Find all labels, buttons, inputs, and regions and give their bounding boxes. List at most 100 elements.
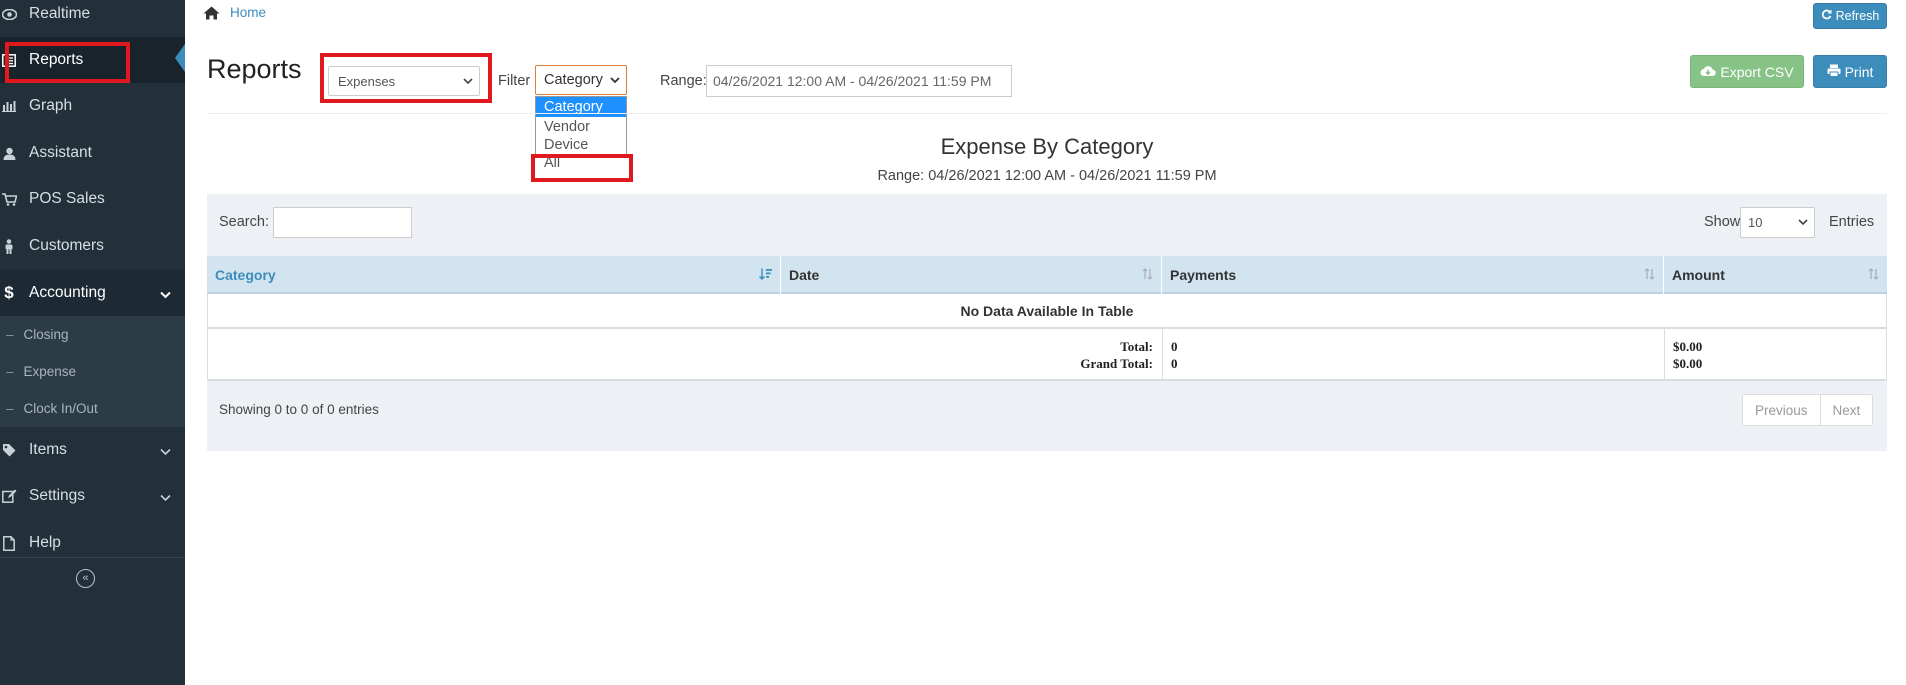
edit-icon xyxy=(1,489,17,503)
sidebar-item-label: Settings xyxy=(29,487,86,504)
sort-desc-icon xyxy=(759,268,772,280)
filter-select[interactable]: Category xyxy=(535,65,627,95)
sidebar-item-assistant[interactable]: Assistant xyxy=(0,130,185,176)
tag-icon xyxy=(1,443,17,457)
highlight-box-filter-all xyxy=(531,154,633,182)
sort-both-icon xyxy=(1644,268,1655,280)
sidebar-item-pos-sales[interactable]: POS Sales xyxy=(0,176,185,222)
next-page-button[interactable]: Next xyxy=(1819,395,1873,425)
range-label: Range: xyxy=(660,73,707,89)
previous-page-button[interactable]: Previous xyxy=(1743,395,1820,425)
sidebar-item-help[interactable]: Help xyxy=(0,520,185,566)
grand-total-amount-value: $0.00 xyxy=(1673,356,1703,371)
file-icon xyxy=(1,535,17,551)
filter-label: Filter xyxy=(498,73,531,89)
column-header-category[interactable]: Category xyxy=(207,256,781,294)
sidebar-item-settings[interactable]: Settings xyxy=(0,473,185,519)
refresh-icon xyxy=(1821,9,1832,23)
column-header-date[interactable]: Date xyxy=(781,256,1162,294)
pagination: Previous Next xyxy=(1742,394,1874,426)
header-divider xyxy=(207,113,1887,114)
chevron-down-icon xyxy=(160,286,171,304)
cloud-download-icon xyxy=(1700,64,1717,80)
totals-labels: Total: Grand Total: xyxy=(208,329,1163,380)
bar-chart-icon xyxy=(1,100,17,112)
refresh-button[interactable]: Refresh xyxy=(1813,3,1887,29)
sidebar-item-label: Customers xyxy=(29,237,104,254)
highlight-box-report-type xyxy=(320,53,492,103)
print-button[interactable]: Print xyxy=(1813,55,1887,88)
sidebar-subitem-closing[interactable]: – Closing xyxy=(0,316,185,353)
entries-label: Entries xyxy=(1829,214,1875,230)
sidebar-item-label: POS Sales xyxy=(29,190,105,207)
empty-table-message: No Data Available In Table xyxy=(207,294,1887,328)
totals-payments: 0 0 xyxy=(1163,329,1665,380)
dollar-icon: $ xyxy=(4,283,14,302)
sidebar-divider xyxy=(0,557,185,558)
chevron-down-icon xyxy=(1798,219,1808,226)
sidebar-item-label: Accounting xyxy=(29,284,106,301)
column-label: Amount xyxy=(1672,267,1725,283)
breadcrumb: Home xyxy=(203,5,266,20)
sort-both-icon xyxy=(1868,268,1879,280)
sidebar-item-realtime[interactable]: Realtime xyxy=(0,0,185,37)
sidebar-item-customers[interactable]: Customers xyxy=(0,223,185,269)
grand-total-payments-value: 0 xyxy=(1171,356,1178,371)
home-icon xyxy=(203,6,220,20)
refresh-label: Refresh xyxy=(1835,9,1880,23)
totals-amount: $0.00 $0.00 xyxy=(1665,329,1888,380)
active-indicator xyxy=(175,44,185,72)
showing-entries-text: Showing 0 to 0 of 0 entries xyxy=(219,402,379,417)
sidebar-item-accounting[interactable]: $ Accounting xyxy=(0,270,185,316)
accounting-submenu: – Closing – Expense – Clock In/Out xyxy=(0,316,185,427)
sidebar-item-label: Assistant xyxy=(29,144,92,161)
sidebar: Realtime Reports Graph Assistant POS Sal… xyxy=(0,0,185,685)
export-csv-button[interactable]: Export CSV xyxy=(1690,55,1804,88)
filter-value: Category xyxy=(544,72,603,88)
eye-icon xyxy=(1,8,17,20)
table-header-row: Category Date Payments Amount xyxy=(207,256,1887,294)
sidebar-subitem-expense[interactable]: – Expense xyxy=(0,353,185,390)
person-icon xyxy=(1,238,17,254)
sidebar-item-label: Help xyxy=(29,534,61,551)
sidebar-item-graph[interactable]: Graph xyxy=(0,83,185,129)
total-label: Total: xyxy=(1120,339,1153,354)
date-range-input[interactable]: 04/26/2021 12:00 AM - 04/26/2021 11:59 P… xyxy=(706,65,1012,97)
chevron-down-icon xyxy=(160,489,171,507)
highlight-box-reports xyxy=(5,42,130,83)
totals-row: Total: Grand Total: 0 0 $0.00 $0.00 xyxy=(207,328,1887,381)
sidebar-item-label: Graph xyxy=(29,97,73,114)
grand-total-label: Grand Total: xyxy=(1080,356,1153,371)
print-icon xyxy=(1827,64,1841,80)
print-label: Print xyxy=(1844,63,1874,80)
breadcrumb-home-link[interactable]: Home xyxy=(230,5,266,20)
collapse-sidebar-icon[interactable]: « xyxy=(76,569,95,588)
user-icon xyxy=(1,147,17,160)
entries-value: 10 xyxy=(1748,215,1763,230)
chevron-down-icon xyxy=(160,443,171,461)
export-csv-label: Export CSV xyxy=(1720,63,1794,80)
report-heading: Expense By Category xyxy=(940,134,1154,159)
filter-option-category[interactable]: Category xyxy=(536,97,626,117)
sidebar-item-label: Items xyxy=(29,441,67,458)
cart-icon xyxy=(1,192,17,206)
column-header-payments[interactable]: Payments xyxy=(1162,256,1664,294)
total-payments-value: 0 xyxy=(1171,339,1178,354)
column-label: Category xyxy=(215,267,276,283)
sidebar-subitem-clock-in-out[interactable]: – Clock In/Out xyxy=(0,390,185,427)
page-title: Reports xyxy=(207,54,302,84)
chevron-down-icon xyxy=(610,76,620,84)
entries-select[interactable]: 10 xyxy=(1740,207,1815,238)
sidebar-subitem-label: Expense xyxy=(23,364,77,379)
sidebar-item-items[interactable]: Items xyxy=(0,427,185,473)
search-input[interactable] xyxy=(273,207,412,238)
sidebar-subitem-label: Clock In/Out xyxy=(23,401,98,416)
sidebar-item-label: Realtime xyxy=(29,5,91,22)
search-label: Search: xyxy=(219,214,269,230)
report-range-text: Range: 04/26/2021 12:00 AM - 04/26/2021 … xyxy=(877,168,1217,184)
column-label: Date xyxy=(789,267,820,283)
datatable-panel: Search: Show 10 Entries Category Date Pa… xyxy=(207,194,1887,451)
total-amount-value: $0.00 xyxy=(1673,339,1703,354)
sort-both-icon xyxy=(1142,268,1153,280)
column-header-amount[interactable]: Amount xyxy=(1664,256,1887,294)
